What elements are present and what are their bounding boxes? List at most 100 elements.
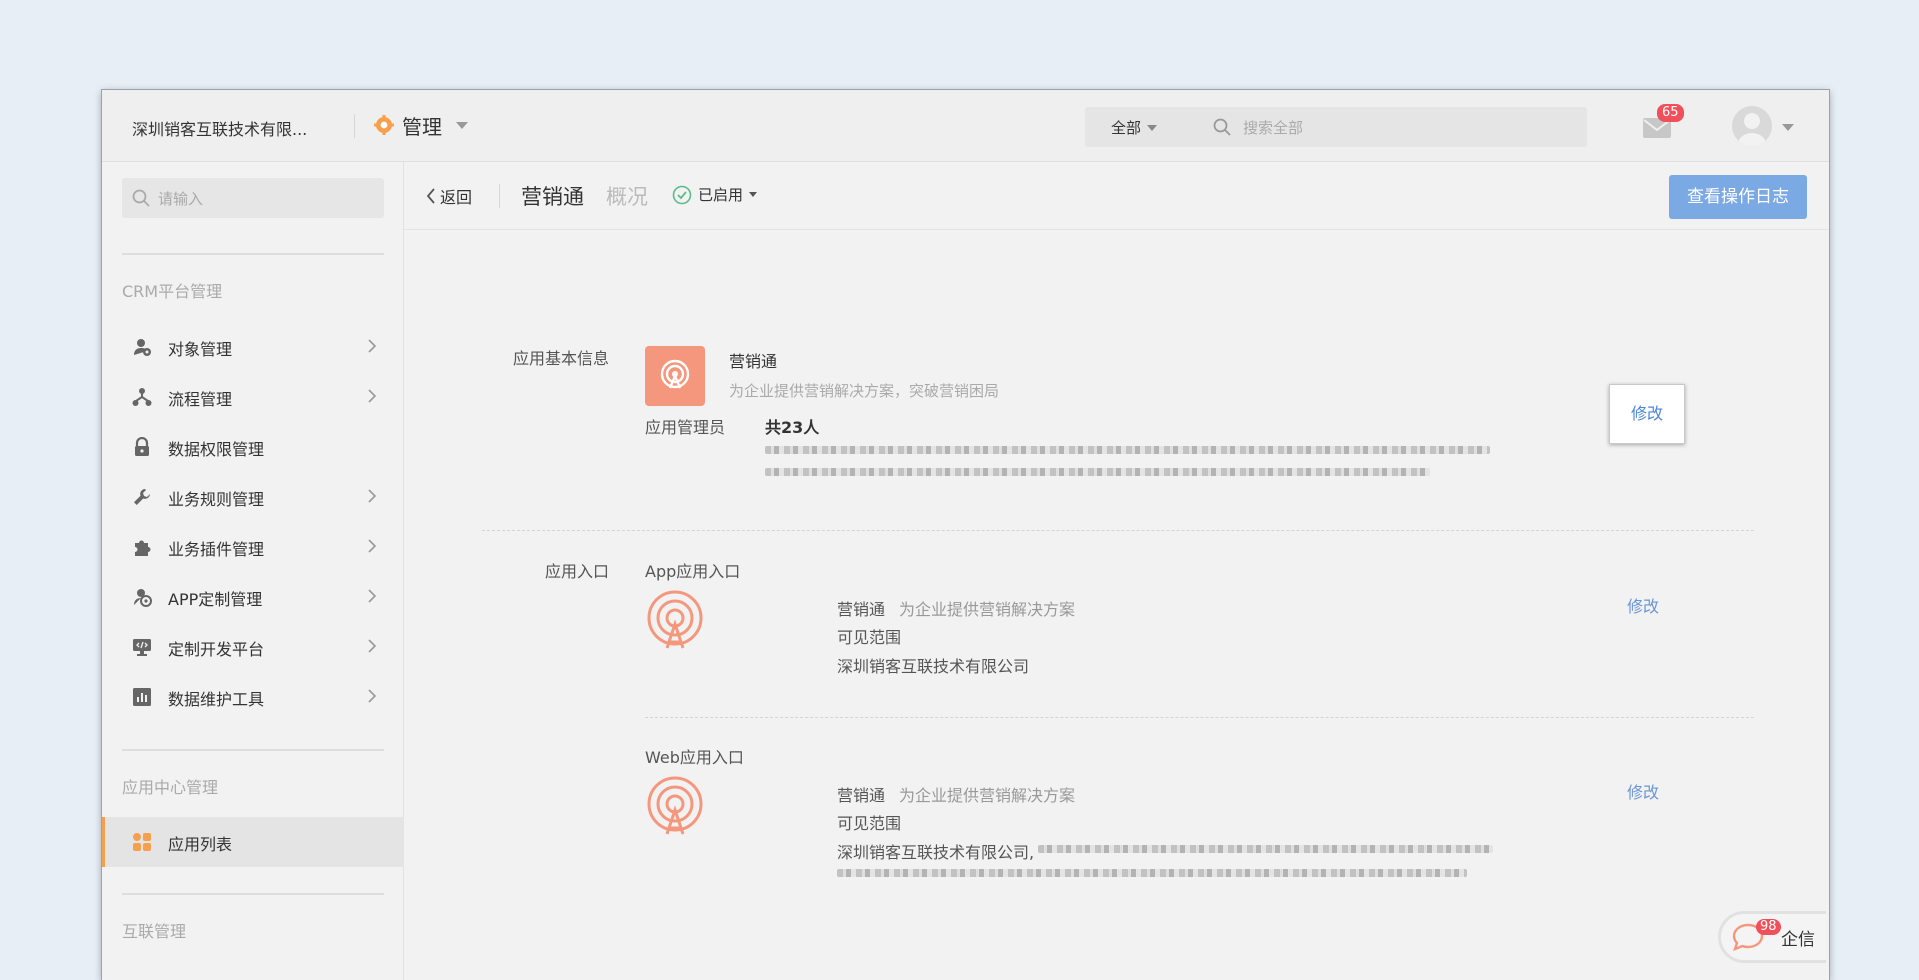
broadcast-icon [660, 359, 690, 389]
chevron-down-icon [456, 121, 468, 129]
sidebar-search[interactable]: 请输入 [122, 178, 384, 218]
top-header: 深圳销客互联技术有限... 管理 全部 搜索全部 65 [102, 90, 1829, 162]
section-title-app-center: 应用中心管理 [122, 778, 219, 797]
sidebar-item-label: 定制开发平台 [168, 640, 265, 659]
basic-info-label: 应用基本信息 [512, 349, 609, 368]
sidebar-item-label: 流程管理 [168, 390, 233, 409]
dev-icon [133, 639, 151, 656]
toolbar-divider [499, 184, 500, 208]
header-divider [354, 114, 355, 138]
sidebar: 请输入 CRM平台管理 对象管理 流程管理 数据权限管理 业务规则管理 业务插件… [102, 162, 404, 980]
company-name[interactable]: 深圳销客互联技术有限... [132, 116, 307, 140]
tab-overview[interactable]: 概况 [606, 181, 648, 211]
module-title: 管理 [402, 114, 442, 139]
chevron-down-icon [749, 192, 758, 197]
flow-icon [132, 388, 152, 406]
user-icon [1738, 113, 1766, 146]
search-scope-select[interactable]: 全部 [1111, 117, 1158, 138]
divider [122, 893, 384, 895]
back-label: 返回 [440, 188, 473, 207]
admin-list-redacted [765, 446, 1490, 454]
module-switcher[interactable]: 管理 [374, 110, 468, 140]
web-entry-scope-value: 深圳销客互联技术有限公司, [837, 843, 1035, 862]
sidebar-item-label: 数据权限管理 [168, 440, 265, 459]
divider [645, 717, 1754, 718]
chevron-right-icon [368, 339, 376, 353]
sidebar-item-app-list[interactable]: 应用列表 [102, 817, 404, 867]
puzzle-icon [135, 540, 151, 556]
edit-app-entry-link[interactable]: 修改 [1627, 593, 1659, 617]
app-entry-title: App应用入口 [645, 562, 741, 581]
web-entry-description: 为企业提供营销解决方案 [899, 786, 1076, 805]
app-window: 深圳销客互联技术有限... 管理 全部 搜索全部 65 请输入 CRM平台管理 … [102, 90, 1829, 980]
sidebar-item-data-tools[interactable]: 数据维护工具 [102, 672, 404, 722]
global-search[interactable]: 全部 搜索全部 [1085, 107, 1587, 147]
sidebar-item-label: 业务规则管理 [168, 490, 265, 509]
gear-icon [374, 115, 394, 135]
chevron-left-icon [426, 188, 435, 204]
divider [122, 749, 384, 751]
app-entry-info: 营销通 为企业提供营销解决方案 [837, 596, 1075, 620]
sidebar-item-label: 应用列表 [168, 835, 233, 854]
app-entry-name: 营销通 [837, 600, 886, 619]
chevron-down-icon[interactable] [1782, 124, 1794, 131]
edit-admin-button[interactable]: 修改 [1609, 384, 1685, 444]
app-custom-icon [134, 589, 152, 607]
chat-badge: 98 [1756, 919, 1781, 935]
lock-icon [135, 437, 149, 456]
chevron-right-icon [368, 489, 376, 503]
chevron-down-icon [1147, 124, 1158, 131]
search-icon [1213, 118, 1231, 140]
status-select[interactable]: 已启用 [672, 184, 758, 205]
entries-label: 应用入口 [544, 562, 609, 581]
section-title-crm: CRM平台管理 [122, 282, 223, 301]
divider [122, 253, 384, 255]
app-entry-scope-value: 深圳销客互联技术有限公司 [837, 657, 1030, 676]
search-scope-label: 全部 [1111, 119, 1142, 137]
app-entry-scope-label: 可见范围 [837, 628, 902, 647]
sidebar-item-label: APP定制管理 [168, 590, 263, 609]
wrench-icon [134, 489, 150, 505]
section-title-interconnect: 互联管理 [122, 922, 187, 941]
admin-list-redacted [765, 468, 1430, 476]
sidebar-item-label: 对象管理 [168, 340, 233, 359]
sidebar-item-flow[interactable]: 流程管理 [102, 372, 404, 422]
basic-info-description: 为企业提供营销解决方案，突破营销困局 [729, 382, 1000, 400]
grid-icon [133, 833, 151, 851]
main-content: 返回 营销通 概况 已启用 查看操作日志 应用基本信息 营销通 为企业提供营销解… [404, 162, 1829, 980]
chevron-right-icon [368, 689, 376, 703]
avatar[interactable] [1732, 106, 1772, 146]
app-icon [645, 346, 705, 406]
sidebar-search-input[interactable]: 请输入 [158, 188, 203, 209]
mail-badge: 65 [1657, 104, 1684, 122]
web-entry-title: Web应用入口 [645, 748, 744, 767]
sidebar-item-business-plugins[interactable]: 业务插件管理 [102, 522, 404, 572]
web-entry-name: 营销通 [837, 786, 886, 805]
search-input[interactable]: 搜索全部 [1243, 117, 1303, 138]
broadcast-icon [647, 590, 703, 649]
chart-icon [133, 688, 151, 706]
object-icon [134, 339, 151, 356]
sidebar-item-object[interactable]: 对象管理 [102, 322, 404, 372]
check-circle-icon [672, 185, 692, 204]
page-title: 营销通 [521, 185, 584, 209]
status-label: 已启用 [698, 186, 744, 204]
admin-count: 共23人 [765, 418, 820, 437]
sidebar-item-label: 数据维护工具 [168, 690, 265, 709]
broadcast-icon [647, 776, 703, 835]
scope-redacted [837, 869, 1467, 877]
chevron-right-icon [368, 389, 376, 403]
back-button[interactable]: 返回 [426, 184, 472, 208]
web-entry-scope-label: 可见范围 [837, 814, 902, 833]
sidebar-item-data-permission[interactable]: 数据权限管理 [102, 422, 404, 472]
sidebar-item-app-custom[interactable]: APP定制管理 [102, 572, 404, 622]
search-icon [132, 189, 150, 211]
sidebar-item-dev-platform[interactable]: 定制开发平台 [102, 622, 404, 672]
chat-label[interactable]: 企信 [1781, 925, 1815, 950]
edit-web-entry-link[interactable]: 修改 [1627, 779, 1659, 803]
web-entry-info: 营销通 为企业提供营销解决方案 [837, 782, 1075, 806]
sidebar-item-business-rules[interactable]: 业务规则管理 [102, 472, 404, 522]
chevron-right-icon [368, 589, 376, 603]
divider [482, 530, 1754, 531]
view-log-button[interactable]: 查看操作日志 [1669, 175, 1807, 219]
